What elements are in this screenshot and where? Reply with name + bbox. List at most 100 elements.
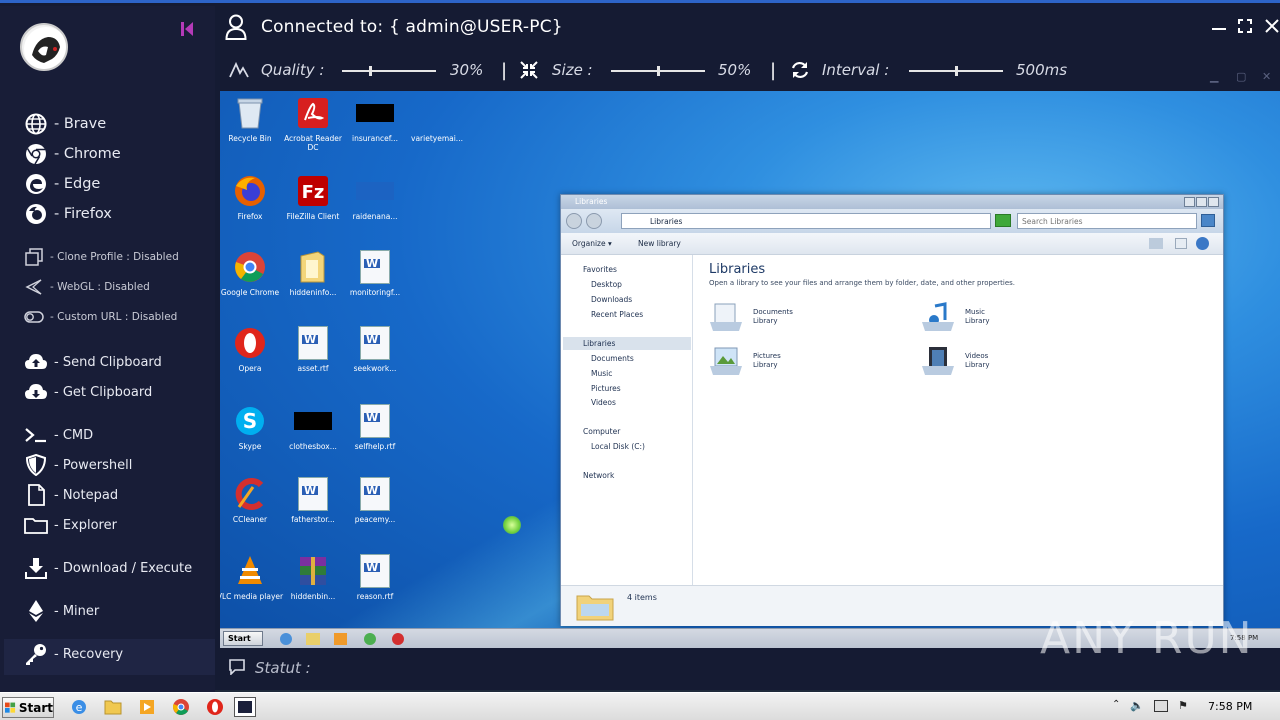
nav-item-computer[interactable]: Computer	[583, 427, 620, 436]
remote-maximize-icon[interactable]: ▢	[1236, 70, 1246, 83]
nav-item-documents[interactable]: Documents	[591, 354, 634, 363]
quality-slider-knob[interactable]	[369, 66, 373, 76]
sidebar-item-firefox[interactable]: - Firefox	[24, 202, 112, 226]
action-center-flag-icon[interactable]: ⚑	[1178, 699, 1188, 712]
explorer-minimize-icon[interactable]	[1184, 197, 1195, 207]
remote-chrome-icon[interactable]	[364, 633, 376, 645]
file-explorer-icon[interactable]	[102, 697, 124, 717]
nav-item-desktop[interactable]: Desktop	[591, 280, 622, 289]
size-slider-knob[interactable]	[657, 66, 660, 76]
remote-ie-icon[interactable]	[280, 633, 292, 645]
nav-item-libraries[interactable]: Libraries	[583, 339, 615, 348]
desktop-icon-fatherstor[interactable]: fatherstor...	[278, 476, 348, 524]
desktop-icon-vlc[interactable]: VLC media player	[220, 553, 285, 601]
sidebar-item-edge[interactable]: - Edge	[24, 172, 100, 196]
interval-slider-knob[interactable]	[955, 66, 958, 76]
interval-slider[interactable]	[909, 66, 1003, 76]
desktop-icon-ccleaner[interactable]: CCleaner	[220, 476, 285, 524]
sidebar-item-brave[interactable]: - Brave	[24, 112, 106, 136]
sidebar-item-chrome[interactable]: - Chrome	[24, 142, 121, 166]
desktop-icon-raidenana[interactable]: raidenana...	[340, 173, 410, 221]
nav-item-favorites[interactable]: Favorites	[583, 265, 617, 274]
nav-item-network[interactable]: Network	[583, 471, 614, 480]
sidebar-item-get-clipboard[interactable]: - Get Clipboard	[24, 380, 152, 404]
preview-pane-icon[interactable]	[1175, 238, 1187, 249]
remote-start-button[interactable]: Start	[223, 631, 263, 646]
media-player-icon[interactable]	[136, 697, 158, 717]
desktop-icon-hiddeninfo[interactable]: hiddeninfo...	[278, 249, 348, 297]
system-clock[interactable]: 7:58 PM	[1208, 700, 1252, 713]
library-music[interactable]: Music Library	[921, 302, 989, 332]
search-input[interactable]	[1017, 213, 1197, 229]
maximize-icon[interactable]	[1238, 18, 1252, 37]
chrome-taskbar-icon[interactable]	[170, 697, 192, 717]
nav-item-videos[interactable]: Videos	[591, 398, 616, 407]
size-slider[interactable]	[611, 66, 705, 76]
remote-explorer-icon[interactable]	[306, 633, 320, 645]
desktop-icon-opera[interactable]: Opera	[220, 325, 285, 373]
show-hidden-icons[interactable]: ⌃	[1112, 699, 1120, 710]
address-input[interactable]: Libraries	[621, 213, 991, 229]
nav-item-pictures[interactable]: Pictures	[591, 384, 621, 393]
close-icon[interactable]	[1265, 18, 1279, 37]
ie-icon[interactable]: e	[68, 697, 90, 717]
desktop-icon-asset[interactable]: asset.rtf	[278, 325, 348, 373]
desktop-icon-filezilla[interactable]: Fz FileZilla Client	[278, 173, 348, 221]
remote-minimize-icon[interactable]: ▁	[1210, 70, 1218, 83]
desktop-icon-hiddenbin[interactable]: hiddenbin...	[278, 553, 348, 601]
desktop-icon-clothesbox[interactable]: clothesbox...	[278, 403, 348, 451]
desktop-icon-reason[interactable]: reason.rtf	[340, 553, 410, 601]
search-icon[interactable]	[1201, 214, 1215, 227]
sidebar-item-notepad[interactable]: - Notepad	[24, 483, 118, 507]
remote-close-icon[interactable]: ✕	[1262, 70, 1271, 83]
sidebar-option-webgl[interactable]: - WebGL : Disabled	[24, 277, 150, 297]
forward-button[interactable]	[586, 213, 602, 229]
desktop-icon-selfhelp[interactable]: selfhelp.rtf	[340, 403, 410, 451]
new-library-button[interactable]: New library	[638, 239, 681, 248]
collapse-sidebar-icon[interactable]	[180, 21, 194, 37]
desktop-icon-recycle-bin[interactable]: Recycle Bin	[220, 95, 285, 143]
start-button[interactable]: Start	[2, 697, 54, 718]
nav-item-recent-places[interactable]: Recent Places	[591, 310, 643, 319]
remote-desktop-view[interactable]: Recycle Bin Firefox Google Chrome Opera …	[220, 91, 1280, 648]
hvnc-app-taskbar-icon[interactable]	[234, 697, 256, 717]
desktop-icon-peacemy[interactable]: peacemy...	[340, 476, 410, 524]
library-documents[interactable]: Documents Library	[709, 302, 793, 332]
desktop-icon-firefox[interactable]: Firefox	[220, 173, 285, 221]
network-icon[interactable]	[1154, 700, 1168, 712]
view-options-icon[interactable]	[1149, 238, 1163, 249]
sidebar-item-download-execute[interactable]: - Download / Execute	[24, 556, 192, 580]
library-videos[interactable]: Videos Library	[921, 346, 989, 376]
sidebar-item-recovery[interactable]: - Recovery	[24, 642, 123, 666]
sidebar-item-send-clipboard[interactable]: - Send Clipboard	[24, 350, 162, 374]
nav-item-music[interactable]: Music	[591, 369, 612, 378]
nav-item-downloads[interactable]: Downloads	[591, 295, 632, 304]
library-pictures[interactable]: Pictures Library	[709, 346, 781, 376]
explorer-close-icon[interactable]	[1208, 197, 1219, 207]
libraries-explorer-window[interactable]: Libraries Libraries Organize ▾ N	[560, 194, 1224, 626]
sidebar-item-cmd[interactable]: - CMD	[24, 423, 93, 447]
desktop-icon-skype[interactable]: S Skype	[220, 403, 285, 451]
desktop-icon-seekwork[interactable]: seekwork...	[340, 325, 410, 373]
explorer-title-bar[interactable]: Libraries	[561, 195, 1223, 209]
sidebar-item-explorer[interactable]: - Explorer	[24, 513, 117, 537]
volume-icon[interactable]: 🔈	[1130, 699, 1144, 712]
quality-slider[interactable]	[342, 66, 436, 76]
explorer-maximize-icon[interactable]	[1196, 197, 1207, 207]
help-icon[interactable]	[1196, 237, 1209, 250]
opera-taskbar-icon[interactable]	[204, 697, 226, 717]
refresh-button[interactable]	[995, 214, 1011, 227]
nav-item-local-disk[interactable]: Local Disk (C:)	[591, 442, 645, 451]
organize-button[interactable]: Organize ▾	[572, 239, 612, 248]
minimize-icon[interactable]	[1212, 12, 1226, 36]
desktop-icon-varietyemai[interactable]: varietyemai...	[402, 95, 472, 143]
sidebar-item-miner[interactable]: - Miner	[24, 599, 99, 623]
remote-media-icon[interactable]	[334, 633, 347, 645]
sidebar-option-clone-profile[interactable]: - Clone Profile : Disabled	[24, 247, 179, 267]
sidebar-option-custom-url[interactable]: - Custom URL : Disabled	[24, 307, 177, 327]
desktop-icon-insurancef[interactable]: insurancef...	[340, 95, 410, 143]
desktop-icon-monitoringf[interactable]: monitoringf...	[340, 249, 410, 297]
back-button[interactable]	[566, 213, 582, 229]
remote-opera-icon[interactable]	[392, 633, 404, 645]
sidebar-item-powershell[interactable]: - Powershell	[24, 453, 132, 477]
